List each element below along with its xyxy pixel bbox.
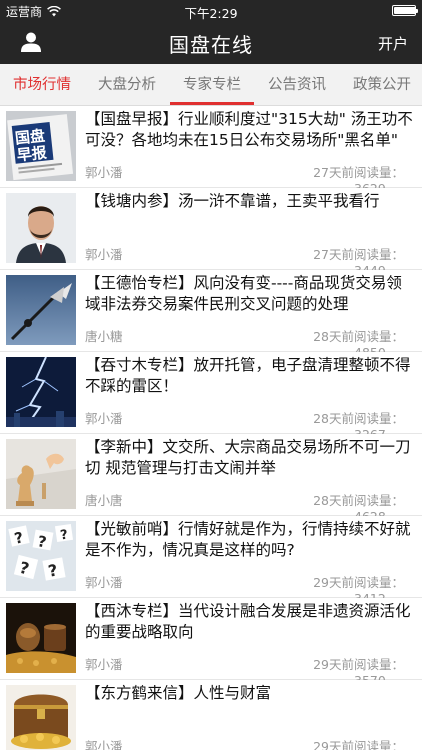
article-row[interactable]: ? ? ? ? ? 【光敏前哨】行情好就是作为，行情持续不好就是不作为，情况真是… xyxy=(0,516,422,606)
article-time: 28天前 xyxy=(313,493,354,508)
article-time: 27天前 xyxy=(313,165,354,180)
article-author: 唐小唐 xyxy=(85,493,123,508)
tab-policy[interactable]: 政策公开 xyxy=(340,64,422,105)
page-title: 国盘在线 xyxy=(169,33,253,57)
weathervane-thumb xyxy=(6,275,76,345)
antiques-thumb xyxy=(6,603,76,673)
article-title: 【西沐专栏】当代设计融合发展是非遗资源活化的重要战略取向 xyxy=(85,602,411,641)
article-title: 【王德怡专栏】风向没有变----商品现货交易领域非法券交易案件民刑交叉问题的处理 xyxy=(85,274,402,313)
battery-icon xyxy=(392,5,418,16)
article-title: 【钱塘内参】汤一浒不靠谱，王卖平我看行 xyxy=(85,192,380,210)
category-tabs: 市场行情 大盘分析 专家专栏 公告资讯 政策公开 xyxy=(0,64,422,106)
article-row[interactable]: 国盘 早报 【国盘早报】行业顺利度过"315大劫" 汤王功不可没？各地均未在15… xyxy=(0,106,422,196)
article-author: 唐小糖 xyxy=(85,329,123,344)
article-title: 【国盘早报】行业顺利度过"315大劫" 汤王功不可没？各地均未在15日公布交易场… xyxy=(85,110,413,149)
article-author: 郭小潘 xyxy=(85,247,123,262)
article-time: 27天前 xyxy=(313,247,354,262)
tab-analysis[interactable]: 大盘分析 xyxy=(84,64,170,105)
article-title: 【东方鹤来信】人性与财富 xyxy=(85,684,272,702)
article-title: 【光敏前哨】行情好就是作为，行情持续不好就是不作为，情况真是这样的吗? xyxy=(85,520,411,559)
article-title: 【李新中】文交所、大宗商品交易场所不可一刀切 规范管理与打击文闹并举 xyxy=(85,438,411,477)
article-title: 【吞寸木专栏】放开托管，电子盘清理整顿不得不踩的雷区！ xyxy=(85,356,411,395)
article-time: 29天前 xyxy=(313,739,354,750)
article-row[interactable]: 【王德怡专栏】风向没有变----商品现货交易领域非法券交易案件民刑交叉问题的处理… xyxy=(0,270,422,360)
chess-thumb xyxy=(6,439,76,509)
article-time: 28天前 xyxy=(313,411,354,426)
article-list: 国盘 早报 【国盘早报】行业顺利度过"315大劫" 汤王功不可没？各地均未在15… xyxy=(0,106,422,750)
article-time: 28天前 xyxy=(313,329,354,344)
status-time: 下午2:29 xyxy=(184,6,238,21)
tab-experts[interactable]: 专家专栏 xyxy=(170,64,254,105)
article-row[interactable]: 【吞寸木专栏】放开托管，电子盘清理整顿不得不踩的雷区！ 郭小潘 28天前 阅读量… xyxy=(0,352,422,442)
active-tab-indicator xyxy=(170,102,254,105)
newspaper-thumb: 国盘 早报 xyxy=(6,111,76,181)
tab-market[interactable]: 市场行情 xyxy=(0,64,84,105)
article-author: 郭小潘 xyxy=(85,411,123,426)
svg-text:早报: 早报 xyxy=(16,143,48,164)
lightning-thumb xyxy=(6,357,76,427)
article-row[interactable]: 【钱塘内参】汤一浒不靠谱，王卖平我看行 郭小潘 27天前 阅读量：3449 xyxy=(0,188,422,278)
questions-thumb: ? ? ? ? ? xyxy=(6,521,76,591)
article-time: 29天前 xyxy=(313,575,354,590)
article-row[interactable]: 【李新中】文交所、大宗商品交易场所不可一刀切 规范管理与打击文闹并举 唐小唐 2… xyxy=(0,434,422,524)
article-author: 郭小潘 xyxy=(85,575,123,590)
open-account-button[interactable]: 开户 xyxy=(378,33,408,54)
treasure-thumb xyxy=(6,685,76,750)
article-author: 郭小潘 xyxy=(85,165,123,180)
status-bar: 运营商 下午2:29 xyxy=(0,0,422,22)
article-views: 阅读量：3300 xyxy=(354,739,405,750)
article-time: 29天前 xyxy=(313,657,354,672)
businessman-thumb xyxy=(6,193,76,263)
nav-bar: 国盘在线 开户 xyxy=(0,22,422,64)
article-author: 郭小潘 xyxy=(85,739,123,750)
tab-announcements[interactable]: 公告资讯 xyxy=(254,64,340,105)
article-row[interactable]: 【东方鹤来信】人性与财富 郭小潘 29天前 阅读量：3300 xyxy=(0,680,422,750)
article-row[interactable]: 【西沐专栏】当代设计融合发展是非遗资源活化的重要战略取向 郭小潘 29天前 阅读… xyxy=(0,598,422,688)
article-author: 郭小潘 xyxy=(85,657,123,672)
